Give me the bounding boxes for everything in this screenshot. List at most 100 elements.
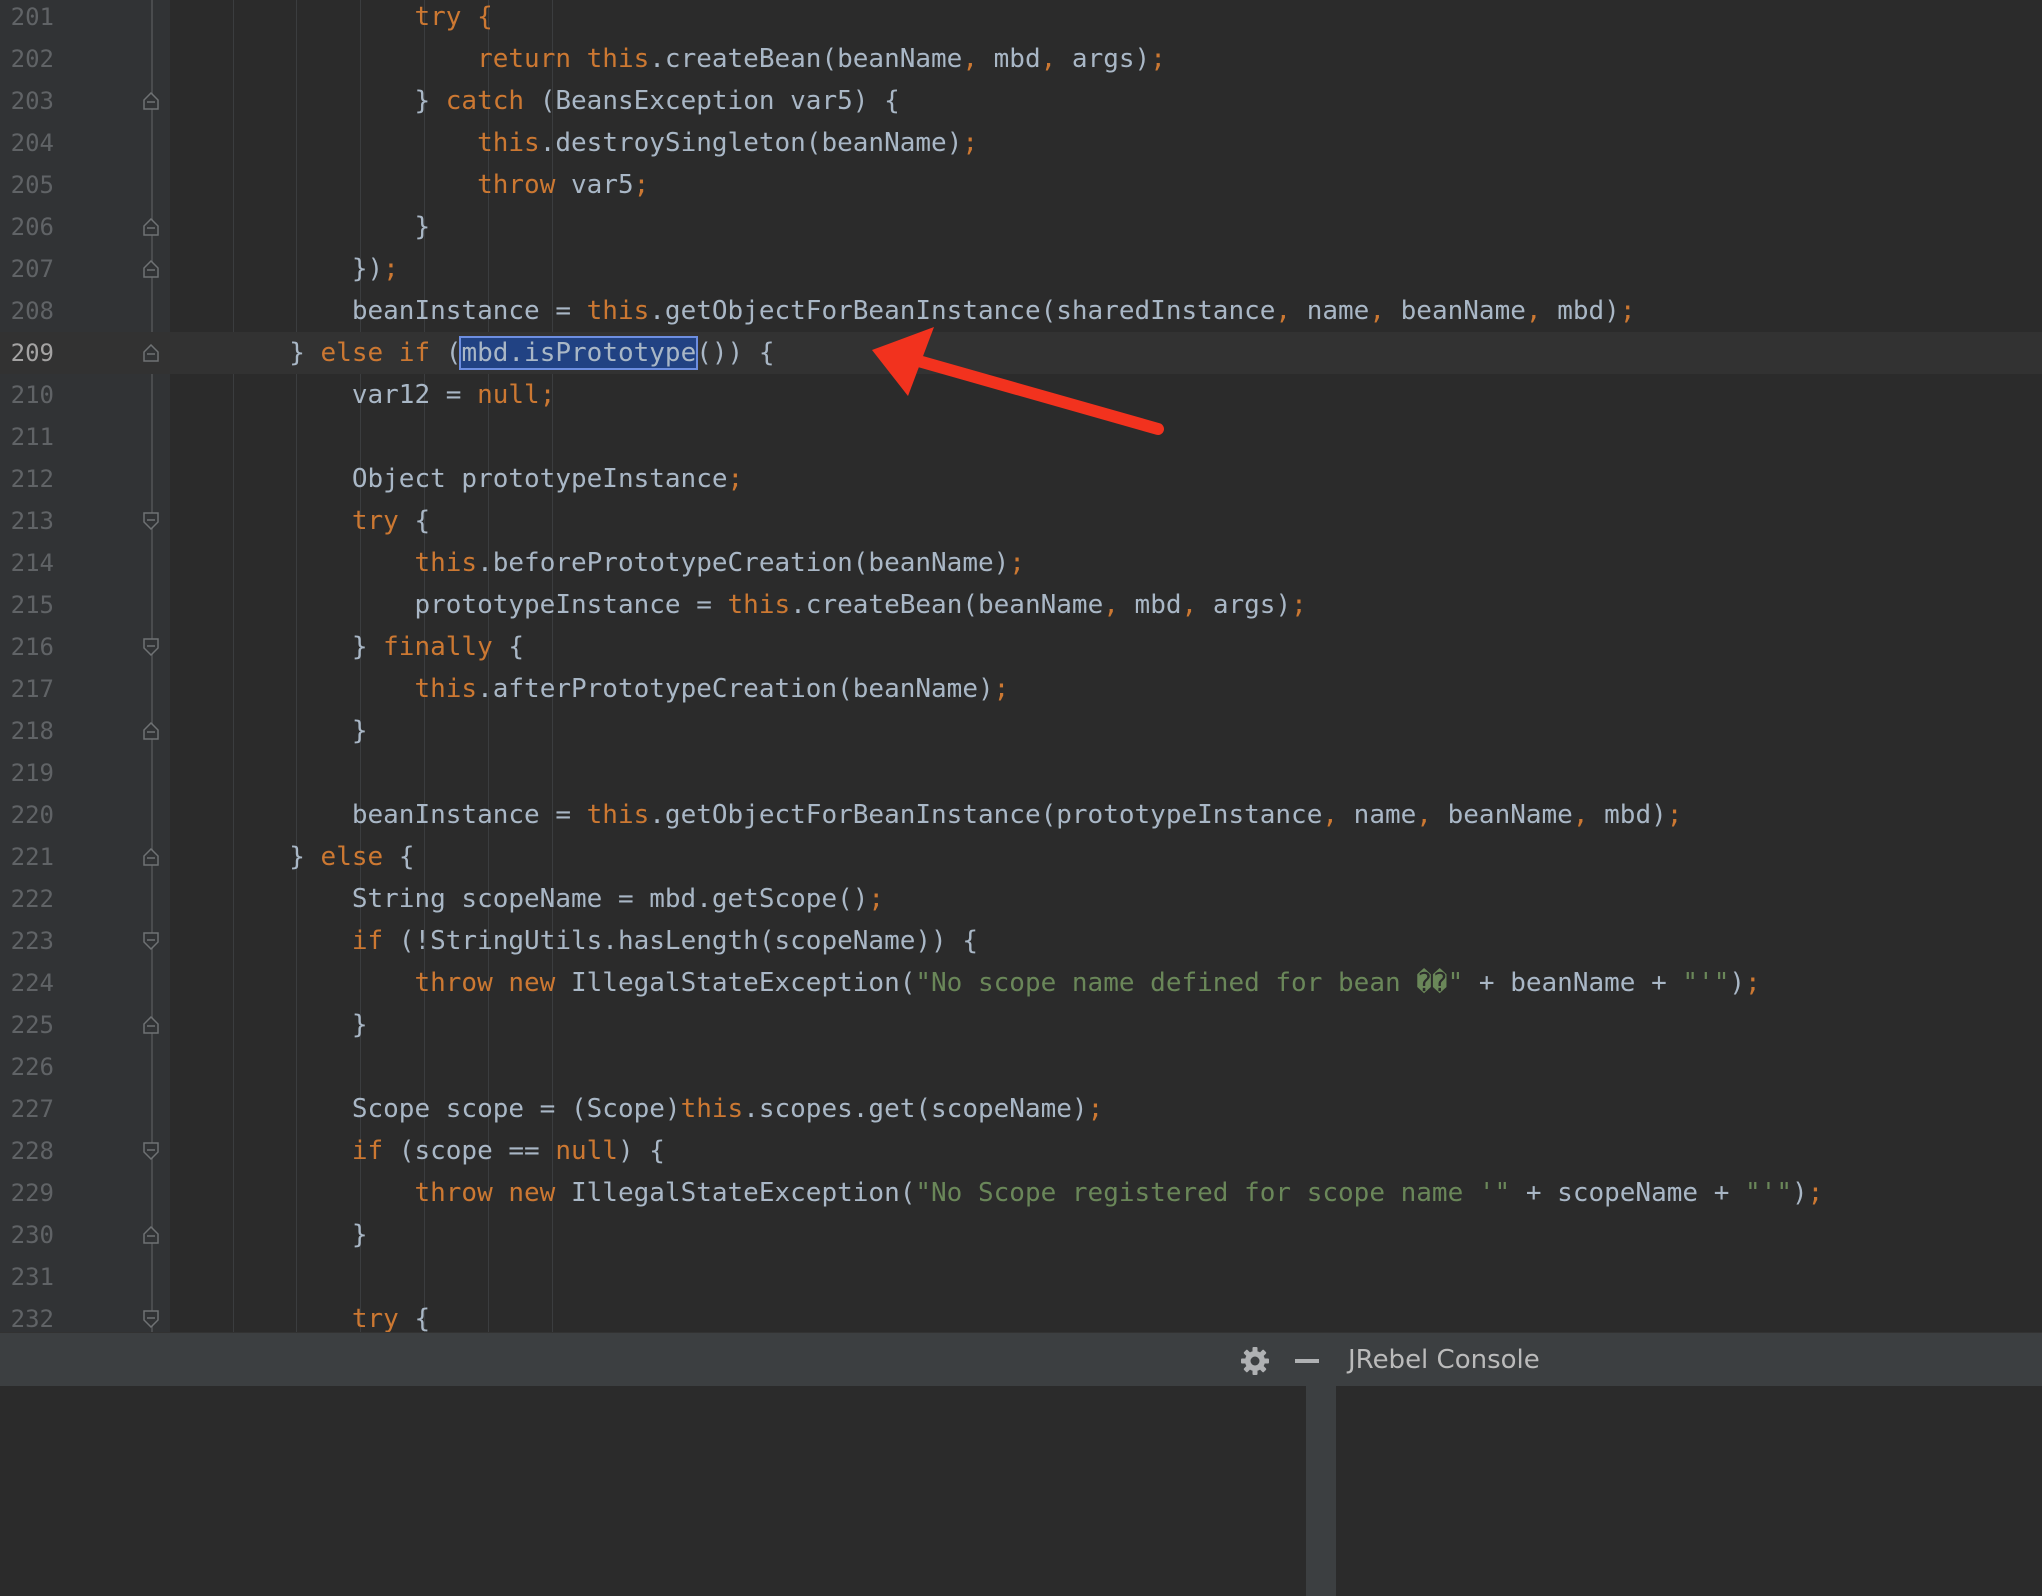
fold-end-icon[interactable] <box>143 260 159 278</box>
code-keyword: , <box>1181 590 1198 620</box>
code-keyword: ; <box>633 170 650 200</box>
code-text[interactable]: var12 = null; <box>164 374 556 416</box>
code-line[interactable]: 205 throw var5; <box>0 164 2042 206</box>
code-keyword: ; <box>993 674 1010 704</box>
code-text[interactable]: } else if (mbd.isPrototype()) { <box>164 332 775 374</box>
line-number: 201 <box>10 3 54 31</box>
fold-end-icon[interactable] <box>143 218 159 236</box>
line-number: 205 <box>10 171 54 199</box>
code-line[interactable]: 215 prototypeInstance = this.createBean(… <box>0 584 2042 626</box>
code-line[interactable]: 220 beanInstance = this.getObjectForBean… <box>0 794 2042 836</box>
fold-end-icon[interactable] <box>143 1226 159 1244</box>
code-text[interactable]: prototypeInstance = this.createBean(bean… <box>164 584 1306 626</box>
fold-start-icon[interactable] <box>143 1310 159 1328</box>
fold-end-icon[interactable] <box>143 344 159 362</box>
code-text[interactable]: } <box>164 206 430 248</box>
code-text[interactable]: throw new IllegalStateException("No Scop… <box>164 1172 1823 1214</box>
code-line[interactable]: 206 } <box>0 206 2042 248</box>
code-text[interactable]: } <box>164 1004 368 1046</box>
code-line[interactable]: 204 this.destroySingleton(beanName); <box>0 122 2042 164</box>
code-keyword: finally <box>383 632 493 662</box>
fold-start-icon[interactable] <box>143 932 159 950</box>
code-keyword: ; <box>1087 1094 1104 1124</box>
code-line[interactable]: 224 throw new IllegalStateException("No … <box>0 962 2042 1004</box>
code-line[interactable]: 216 } finally { <box>0 626 2042 668</box>
fold-end-icon[interactable] <box>143 722 159 740</box>
code-text[interactable]: }); <box>164 248 399 290</box>
code-text[interactable]: try { <box>164 1298 430 1332</box>
code-keyword: throw <box>477 170 556 200</box>
code-line[interactable]: 210 var12 = null; <box>0 374 2042 416</box>
code-text[interactable]: return this.createBean(beanName, mbd, ar… <box>164 38 1166 80</box>
code-text[interactable]: if (scope == null) { <box>164 1130 665 1172</box>
code-token: ) <box>1791 1178 1808 1208</box>
code-line[interactable]: 228 if (scope == null) { <box>0 1130 2042 1172</box>
fold-end-icon[interactable] <box>143 848 159 866</box>
code-text[interactable]: } <box>164 1214 368 1256</box>
code-text[interactable]: } catch (BeansException var5) { <box>164 80 899 122</box>
code-token: name <box>1338 800 1417 830</box>
tool-window-title[interactable]: JRebel Console <box>1348 1333 1540 1387</box>
code-text[interactable]: try { <box>164 0 492 38</box>
minimize-icon[interactable] <box>1290 1344 1324 1378</box>
code-line[interactable]: 202 return this.createBean(beanName, mbd… <box>0 38 2042 80</box>
console-scrollbar[interactable] <box>1306 1386 1336 1596</box>
code-line[interactable]: 232 try { <box>0 1298 2042 1332</box>
code-line[interactable]: 231 <box>0 1256 2042 1298</box>
code-line[interactable]: 227 Scope scope = (Scope)this.scopes.get… <box>0 1088 2042 1130</box>
code-token: }) <box>164 254 384 284</box>
gear-icon[interactable] <box>1238 1344 1272 1378</box>
code-keyword: throw new <box>414 968 556 998</box>
code-token: Scope scope = (Scope) <box>164 1094 681 1124</box>
code-text[interactable]: throw var5; <box>164 164 649 206</box>
code-token: Object prototypeInstance <box>164 464 728 494</box>
code-line[interactable]: 207 }); <box>0 248 2042 290</box>
code-line[interactable]: 229 throw new IllegalStateException("No … <box>0 1172 2042 1214</box>
code-text[interactable]: Object prototypeInstance; <box>164 458 743 500</box>
code-line[interactable]: 217 this.afterPrototypeCreation(beanName… <box>0 668 2042 710</box>
code-line[interactable]: 219 <box>0 752 2042 794</box>
code-line[interactable]: 223 if (!StringUtils.hasLength(scopeName… <box>0 920 2042 962</box>
code-line[interactable]: 230 } <box>0 1214 2042 1256</box>
fold-end-icon[interactable] <box>143 1016 159 1034</box>
code-text[interactable]: beanInstance = this.getObjectForBeanInst… <box>164 794 1683 836</box>
fold-end-icon[interactable] <box>143 92 159 110</box>
code-text[interactable]: try { <box>164 500 430 542</box>
code-text[interactable]: String scopeName = mbd.getScope(); <box>164 878 884 920</box>
code-line[interactable]: 222 String scopeName = mbd.getScope(); <box>0 878 2042 920</box>
code-text[interactable]: } finally { <box>164 626 524 668</box>
code-line[interactable]: 212 Object prototypeInstance; <box>0 458 2042 500</box>
code-line[interactable]: 214 this.beforePrototypeCreation(beanNam… <box>0 542 2042 584</box>
code-text[interactable]: Scope scope = (Scope)this.scopes.get(sco… <box>164 1088 1103 1130</box>
line-number: 229 <box>10 1179 54 1207</box>
code-token: .destroySingleton(beanName) <box>539 128 963 158</box>
code-line[interactable]: 218 } <box>0 710 2042 752</box>
code-line[interactable]: 213 try { <box>0 500 2042 542</box>
line-number: 211 <box>10 423 54 451</box>
fold-start-icon[interactable] <box>143 512 159 530</box>
code-text[interactable]: this.afterPrototypeCreation(beanName); <box>164 668 1009 710</box>
code-line[interactable]: 203 } catch (BeansException var5) { <box>0 80 2042 122</box>
code-text[interactable]: } else { <box>164 836 414 878</box>
code-line[interactable]: 225 } <box>0 1004 2042 1046</box>
code-line[interactable]: 201 try { <box>0 0 2042 38</box>
code-token: beanName <box>1431 800 1573 830</box>
code-keyword: ; <box>1619 296 1636 326</box>
code-line[interactable]: 221 } else { <box>0 836 2042 878</box>
code-text[interactable]: this.destroySingleton(beanName); <box>164 122 978 164</box>
code-text[interactable]: this.beforePrototypeCreation(beanName); <box>164 542 1025 584</box>
jrebel-console-body[interactable] <box>0 1386 2042 1596</box>
code-line-current[interactable]: 209 } else if (mbd.isPrototype()) { <box>0 332 2042 374</box>
code-line[interactable]: 211 <box>0 416 2042 458</box>
code-token: String scopeName = mbd.getScope() <box>164 884 869 914</box>
code-line[interactable]: 208 beanInstance = this.getObjectForBean… <box>0 290 2042 332</box>
code-text[interactable]: beanInstance = this.getObjectForBeanInst… <box>164 290 1636 332</box>
code-line[interactable]: 226 <box>0 1046 2042 1088</box>
code-text[interactable]: } <box>164 710 368 752</box>
code-text[interactable]: if (!StringUtils.hasLength(scopeName)) { <box>164 920 978 962</box>
fold-start-icon[interactable] <box>143 1142 159 1160</box>
fold-start-icon[interactable] <box>143 638 159 656</box>
code-keyword: throw new <box>414 1178 556 1208</box>
code-text[interactable]: throw new IllegalStateException("No scop… <box>164 962 1760 1004</box>
code-editor[interactable]: 201 try {202 return this.createBean(bean… <box>0 0 2042 1332</box>
